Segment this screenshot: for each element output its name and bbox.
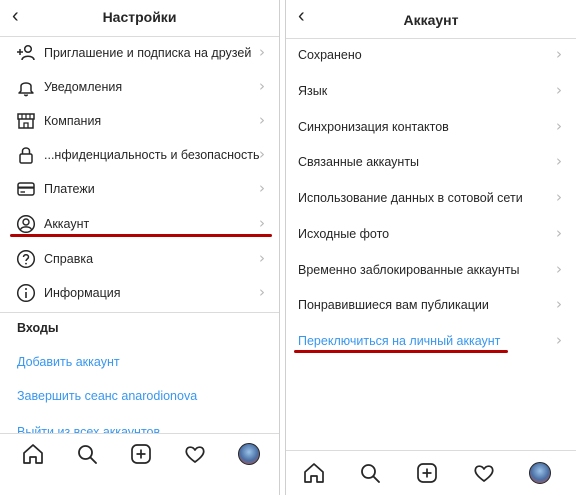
highlight-underline: [294, 350, 508, 353]
settings-item-payments[interactable]: Платежи ›: [0, 172, 279, 206]
end-session-link[interactable]: Завершить сеанс anarodionova: [17, 389, 197, 403]
profile-avatar[interactable]: [238, 443, 262, 467]
settings-item-label: Платежи: [44, 182, 95, 196]
settings-item-help[interactable]: Справка ›: [0, 242, 279, 276]
chevron-right-icon: ›: [259, 249, 265, 267]
chevron-right-icon: ›: [556, 152, 562, 170]
search-icon[interactable]: [75, 442, 99, 466]
settings-item-label: Информация: [44, 286, 121, 300]
account-item-liked-posts[interactable]: Понравившиеся вам публикации ›: [286, 288, 576, 322]
account-item-linked-accounts[interactable]: Связанные аккаунты ›: [286, 145, 576, 179]
add-post-icon[interactable]: [129, 442, 153, 466]
user-circle-icon: [16, 214, 36, 234]
page-title: Аккаунт: [403, 12, 459, 28]
chevron-right-icon: ›: [259, 179, 265, 197]
chevron-right-icon: ›: [556, 295, 562, 313]
home-icon[interactable]: [302, 461, 326, 485]
account-item-language[interactable]: Язык ›: [286, 74, 576, 108]
bell-icon: [18, 82, 34, 97]
account-item-cellular-data[interactable]: Использование данных в сотовой сети ›: [286, 181, 576, 215]
settings-item-privacy[interactable]: ...нфиденциальность и безопасность ›: [0, 138, 279, 172]
switch-account-label: Переключиться на личный аккаунт: [298, 334, 501, 348]
account-screen: ‹ Аккаунт Сохранено › Язык › Синхронизац…: [285, 0, 576, 495]
account-item-label: Связанные аккаунты: [298, 155, 420, 169]
settings-item-info[interactable]: Информация ›: [0, 276, 279, 310]
bottom-tab-bar: [0, 433, 279, 474]
account-item-label: Сохранено: [298, 48, 362, 62]
lock-icon: [19, 147, 33, 164]
chevron-right-icon: ›: [556, 117, 562, 135]
settings-header: ‹ Настройки: [0, 0, 279, 37]
chevron-right-icon: ›: [556, 45, 562, 63]
account-item-contacts-sync[interactable]: Синхронизация контактов ›: [286, 110, 576, 144]
chevron-right-icon: ›: [259, 77, 265, 95]
chevron-right-icon: ›: [556, 188, 562, 206]
account-item-blocked-accounts[interactable]: Временно заблокированные аккаунты ›: [286, 253, 576, 287]
account-item-label: Понравившиеся вам публикации: [298, 298, 489, 312]
help-icon: [16, 249, 36, 269]
logins-section-title: Входы: [17, 321, 59, 335]
bottom-tab-bar: [286, 450, 576, 495]
section-divider: [0, 312, 279, 313]
settings-item-notifications[interactable]: Уведомления ›: [0, 70, 279, 104]
chevron-right-icon: ›: [556, 260, 562, 278]
add-account-link[interactable]: Добавить аккаунт: [17, 355, 120, 369]
profile-avatar[interactable]: [529, 462, 553, 486]
heart-icon[interactable]: [183, 442, 207, 466]
chevron-right-icon: ›: [259, 214, 265, 232]
account-item-label: Язык: [298, 84, 328, 98]
chevron-right-icon: ›: [556, 224, 562, 242]
account-header: ‹ Аккаунт: [286, 0, 576, 39]
chevron-right-icon: ›: [259, 111, 265, 129]
chevron-right-icon: ›: [259, 145, 265, 163]
account-item-label: Синхронизация контактов: [298, 120, 449, 134]
settings-item-business[interactable]: Компания ›: [0, 104, 279, 138]
account-item-label: Временно заблокированные аккаунты: [298, 263, 520, 277]
account-item-original-photos[interactable]: Исходные фото ›: [286, 217, 576, 251]
search-icon[interactable]: [358, 461, 382, 485]
home-icon[interactable]: [21, 442, 45, 466]
settings-item-label: Приглашение и подписка на друзей: [44, 46, 252, 60]
account-item-label: Использование данных в сотовой сети: [298, 191, 523, 205]
add-person-icon: [17, 44, 35, 61]
account-item-saved[interactable]: Сохранено ›: [286, 38, 576, 72]
settings-item-invite[interactable]: Приглашение и подписка на друзей ›: [0, 36, 279, 70]
settings-item-label: Справка: [44, 252, 94, 266]
settings-screen: ‹ Настройки Приглашение и подписка на др…: [0, 0, 280, 495]
settings-item-label: Аккаунт: [44, 217, 90, 231]
chevron-right-icon: ›: [556, 81, 562, 99]
heart-icon[interactable]: [472, 461, 496, 485]
info-icon: [16, 283, 36, 303]
account-item-label: Исходные фото: [298, 227, 390, 241]
chevron-right-icon: ›: [259, 283, 265, 301]
shop-icon: [17, 113, 35, 129]
chevron-right-icon: ›: [556, 331, 562, 349]
settings-item-label: Компания: [44, 114, 102, 128]
highlight-underline: [10, 234, 272, 237]
chevron-right-icon: ›: [259, 43, 265, 61]
settings-item-label: ...нфиденциальность и безопасность: [44, 148, 260, 162]
add-post-icon[interactable]: [415, 461, 439, 485]
card-icon: [17, 182, 35, 196]
page-title: Настройки: [102, 9, 177, 25]
settings-item-label: Уведомления: [44, 80, 123, 94]
